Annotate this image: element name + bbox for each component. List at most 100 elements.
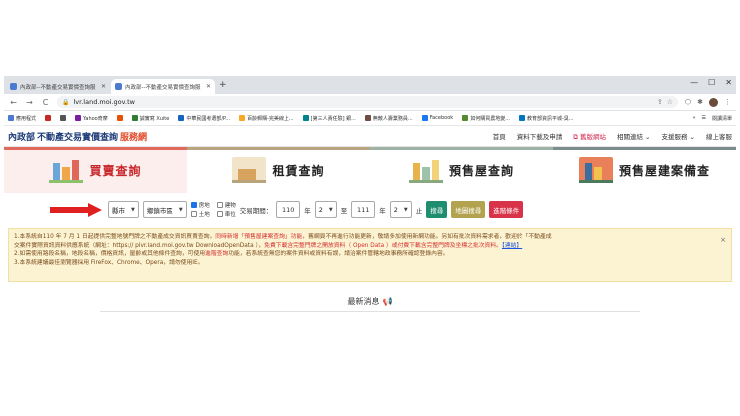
- megaphone-icon: 📢: [382, 297, 393, 306]
- bookmark-edu[interactable]: 教育部資訊平城-臭...: [518, 115, 574, 122]
- bookmark[interactable]: [45, 115, 52, 121]
- document-icon: [578, 157, 613, 183]
- start-year-input[interactable]: 110: [276, 201, 301, 218]
- chevron-down-icon: ▼: [328, 206, 333, 213]
- end-year-input[interactable]: 111: [351, 201, 376, 218]
- bookmark[interactable]: [60, 115, 67, 121]
- county-select[interactable]: 縣市 ▼: [108, 201, 139, 218]
- chevron-down-icon: ▼: [131, 206, 135, 213]
- logo-suffix: 服務網: [120, 132, 148, 143]
- notice-line-4: 3.本系統建議最佳瀏覽器採用 FireFox、Chrome、Opera，請勿使用…: [14, 260, 204, 267]
- close-icon[interactable]: ×: [720, 236, 726, 245]
- share-icon[interactable]: ⇪: [657, 98, 663, 106]
- tab-title: 內政部--不動產交易實價查詢服: [125, 84, 201, 91]
- checkbox-land[interactable]: 土地: [190, 210, 210, 218]
- start-month-select[interactable]: 2 ▼: [314, 201, 337, 218]
- browser-window: 內政部--不動產交易實價查詢服 ✕ 內政部--不動產交易實價查詢服 ✕ + — …: [4, 76, 736, 402]
- site-favicon-icon: [10, 83, 17, 90]
- bookmark-exam[interactable]: 中華民國考選部/P...: [178, 115, 230, 122]
- tab-strip: 內政部--不動產交易實價查詢服 ✕ 內政部--不動產交易實價查詢服 ✕ + — …: [4, 76, 736, 94]
- nav-home[interactable]: 首頁: [493, 131, 506, 141]
- checkbox-parking[interactable]: 車位: [216, 210, 236, 218]
- apps-icon: [8, 115, 14, 121]
- tab-title: 內政部--不動產交易實價查詢服: [20, 84, 96, 91]
- category-tabs: 買賣查詢 租賃查詢 預售屋查詢 預售屋建案備查: [4, 147, 736, 193]
- map-search-button[interactable]: 地圖搜尋: [451, 201, 486, 218]
- checkbox-house-land[interactable]: 房地: [190, 201, 210, 209]
- forward-button[interactable]: →: [25, 98, 34, 107]
- tab-rent-query[interactable]: 租賃查詢: [187, 147, 370, 193]
- bookmark[interactable]: [116, 115, 123, 121]
- bookmark-icon: [239, 115, 246, 121]
- chevron-right-icon: »: [692, 115, 696, 121]
- star-icon[interactable]: ☆: [667, 98, 673, 106]
- notice-link[interactable]: 【連結】: [502, 243, 522, 249]
- bookmark-life[interactable]: 無敵人壽業務員...: [364, 115, 413, 122]
- logo-name: 不動產交易實價查詢: [37, 132, 119, 143]
- type-checkboxes: 房地 建物 土地 車位: [190, 201, 236, 218]
- url-field[interactable]: 🔒 lvr.land.moi.gov.tw ⇪ ☆: [57, 96, 678, 108]
- news-divider: [100, 311, 640, 312]
- xuite-icon: [131, 115, 138, 121]
- new-tab-button[interactable]: +: [219, 80, 227, 90]
- tab-presale-query[interactable]: 預售屋查詢: [370, 147, 553, 193]
- nav-online-service[interactable]: 線上客服: [706, 131, 732, 141]
- puzzle-icon[interactable]: ✱: [697, 98, 703, 106]
- chevron-down-icon: ▼: [178, 206, 183, 213]
- bookmark-apps[interactable]: 應用程式: [8, 115, 36, 122]
- bookmark-yahoo[interactable]: Yahoo奇摩: [75, 115, 108, 122]
- district-select[interactable]: 鄉鎮市區 ▼: [142, 201, 187, 218]
- bookmark-shop[interactable]: 百齡郵購-完美線上...: [239, 115, 294, 122]
- bookmark-icon: [116, 115, 123, 121]
- tab-accent: [370, 147, 553, 150]
- close-tab-icon[interactable]: ✕: [101, 83, 106, 90]
- browser-tab-1[interactable]: 內政部--不動產交易實價查詢服 ✕: [6, 79, 110, 94]
- bookmark-insurance[interactable]: [第三人責任險] 銀...: [302, 115, 356, 122]
- maximize-icon[interactable]: ☐: [708, 78, 715, 87]
- end-month-select[interactable]: 2 ▼: [389, 201, 412, 218]
- minimize-icon[interactable]: —: [690, 78, 698, 87]
- reload-button[interactable]: C: [41, 98, 50, 107]
- nav-links[interactable]: 相關連結 ⌄: [617, 131, 651, 141]
- browser-tab-2[interactable]: 內政部--不動產交易實價查詢服 ✕: [111, 79, 215, 94]
- extension-icon[interactable]: ⬡: [685, 98, 691, 106]
- year-sep: 年: [379, 206, 386, 215]
- tab-label: 買賣查詢: [89, 163, 142, 178]
- nav-support[interactable]: 支援服務 ⌄: [661, 131, 695, 141]
- bookmarks-bar: 應用程式 Yahoo奇摩 誠實寫 Xuite 中華民國考選部/P... 百齡郵購…: [4, 111, 736, 126]
- site-logo[interactable]: 內政部 不動產交易實價查詢 服務網: [8, 130, 147, 143]
- profile-avatar[interactable]: [709, 97, 718, 107]
- menu-icon[interactable]: ⋮: [724, 98, 731, 106]
- advanced-search-button[interactable]: 進階條件: [489, 201, 524, 218]
- tab-label: 租賃查詢: [272, 163, 325, 178]
- notice-box: × 1.本系統自110 年 7 月 1 日起提供完整地號門牌之不動產成交資訊買賣…: [8, 228, 732, 282]
- tab-sale-query[interactable]: 買賣查詢: [4, 147, 187, 193]
- tab-accent: [4, 147, 187, 150]
- back-button[interactable]: ←: [9, 98, 18, 107]
- construction-icon: [408, 157, 443, 183]
- notice-line-1: 1.本系統自110 年 7 月 1 日起提供完整地號門牌之不動產成交資訊買賣查詢…: [14, 234, 552, 240]
- advanced-query-link[interactable]: 進階查詢: [205, 251, 228, 257]
- chevron-down-icon: ⌄: [687, 133, 695, 141]
- to-label: 至: [340, 206, 348, 215]
- yahoo-icon: [75, 115, 82, 121]
- tab-label: 預售屋建案備查: [618, 163, 710, 178]
- close-tab-icon[interactable]: ✕: [206, 83, 211, 90]
- tab-presale-filing[interactable]: 預售屋建案備查: [553, 147, 736, 193]
- reading-list[interactable]: » ☰ 閱讀清單: [692, 115, 732, 122]
- nav-old-site[interactable]: ⧉ 舊版網站: [573, 131, 606, 142]
- bookmark-icon: [518, 115, 525, 121]
- top-nav: 首頁 資料下載及申請 ⧉ 舊版網站 相關連結 ⌄ 支援服務 ⌄ 線上客服: [493, 131, 732, 142]
- bookmark-icon: [60, 115, 67, 121]
- bookmark-facebook[interactable]: Facebook: [421, 115, 453, 121]
- bookmark-xuite[interactable]: 誠實寫 Xuite: [131, 115, 169, 122]
- close-window-icon[interactable]: ✕: [725, 78, 732, 87]
- bookmark-icon: [178, 115, 185, 121]
- chevron-down-icon: ▼: [403, 206, 408, 213]
- chevron-down-icon: ⌄: [642, 133, 651, 141]
- nav-download[interactable]: 資料下載及申請: [517, 131, 563, 141]
- checkbox: [190, 202, 197, 208]
- search-button[interactable]: 搜尋: [426, 201, 448, 218]
- checkbox-building[interactable]: 建物: [216, 201, 236, 209]
- bookmark-farmland[interactable]: 如何購買農地變...: [462, 115, 510, 122]
